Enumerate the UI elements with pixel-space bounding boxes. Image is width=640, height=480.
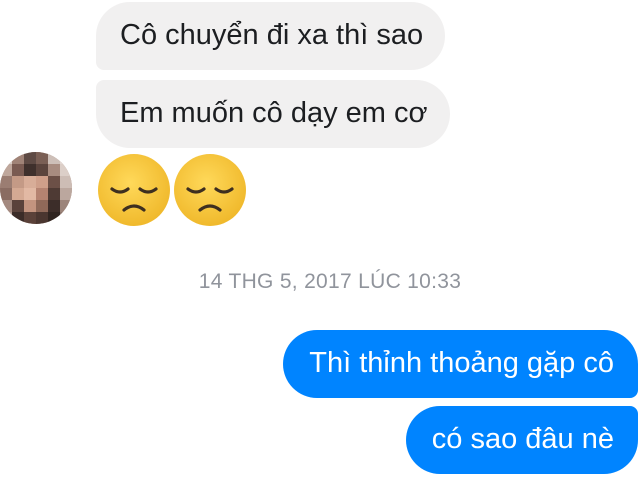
message-text: Em muốn cô dạy em cơ bbox=[120, 97, 428, 129]
avatar-image bbox=[0, 152, 72, 224]
message-text: có sao đâu nè bbox=[431, 423, 614, 455]
disappointed-face-icon bbox=[98, 154, 170, 226]
received-message-bubble[interactable]: Em muốn cô dạy em cơ bbox=[96, 80, 450, 148]
sent-message-bubble[interactable]: Thì thỉnh thoảng gặp cô bbox=[283, 330, 638, 398]
sender-avatar[interactable] bbox=[0, 152, 72, 224]
disappointed-face-icon bbox=[174, 154, 246, 226]
message-text: Thì thỉnh thoảng gặp cô bbox=[309, 347, 614, 379]
message-thread: Cô chuyển đi xa thì sao Em muốn cô dạy e… bbox=[0, 0, 640, 480]
received-message-bubble[interactable]: Cô chuyển đi xa thì sao bbox=[96, 2, 446, 70]
sent-message-bubble[interactable]: có sao đâu nè bbox=[405, 406, 638, 474]
message-text: Cô chuyển đi xa thì sao bbox=[120, 19, 424, 51]
message-timestamp: 14 THG 5, 2017 LÚC 10:33 bbox=[198, 270, 462, 293]
